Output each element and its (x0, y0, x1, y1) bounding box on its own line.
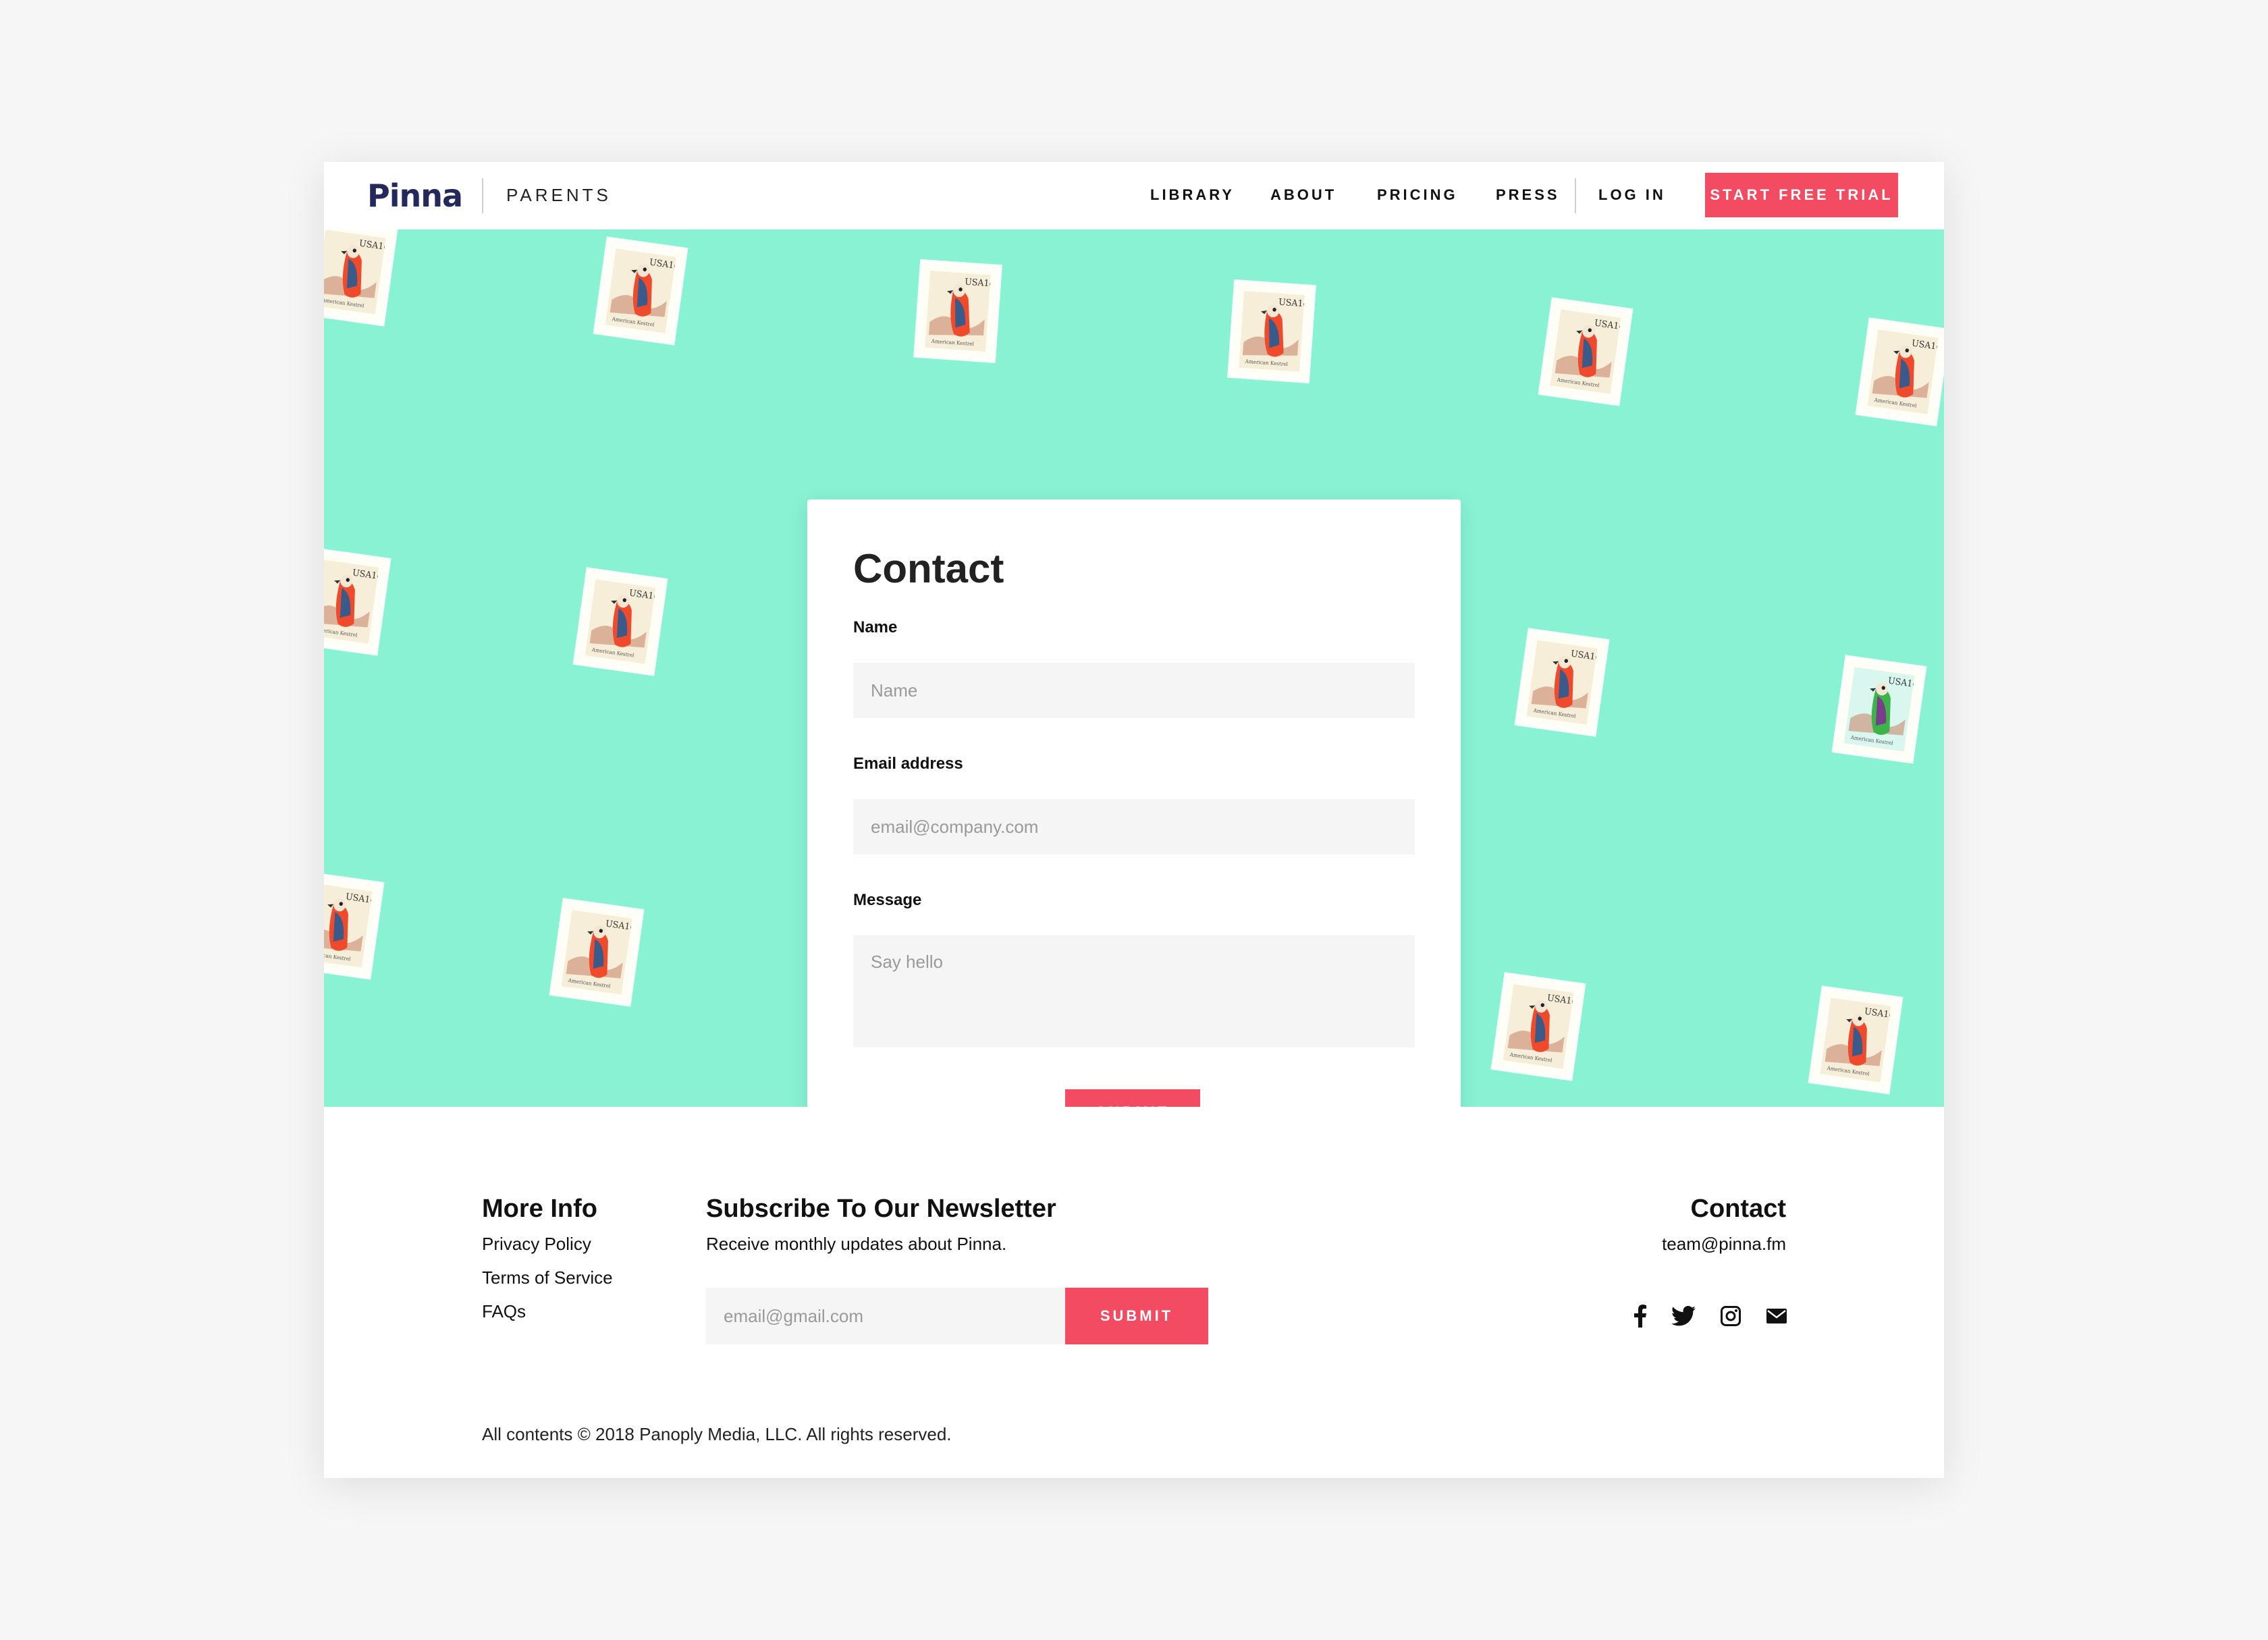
newsletter-heading: Subscribe To Our Newsletter (706, 1195, 1056, 1223)
facebook-icon[interactable] (1627, 1303, 1654, 1330)
privacy-policy-link[interactable]: Privacy Policy (482, 1234, 591, 1255)
kestrel-stamp-decoration: USA1¢ American Kestrel (550, 899, 643, 1006)
more-info-heading: More Info (482, 1195, 597, 1223)
kestrel-stamp-decoration: USA1¢ American Kestrel (594, 238, 687, 344)
svg-text:USA1¢: USA1¢ (965, 277, 991, 289)
nav-library[interactable]: LIBRARY (1150, 186, 1235, 204)
start-free-trial-button[interactable]: START FREE TRIAL (1705, 173, 1898, 217)
faqs-link[interactable]: FAQs (482, 1301, 526, 1322)
nav-pricing[interactable]: PRICING (1377, 186, 1458, 204)
kestrel-stamp-decoration: USA1¢ American Kestrel (324, 229, 397, 325)
site-footer: More Info Privacy Policy Terms of Servic… (324, 1107, 1944, 1478)
kestrel-stamp-decoration: USA1¢ American Kestrel (574, 568, 667, 675)
hero-background: USA1¢ American Kestrel USA1¢ American Ke… (324, 229, 1944, 1107)
terms-of-service-link[interactable]: Terms of Service (482, 1267, 613, 1288)
kestrel-stamp-decoration: USA1¢ American Kestrel (324, 872, 383, 979)
kestrel-stamp-decoration: USA1¢ American Kestrel (324, 548, 390, 655)
kestrel-stamp-decoration: USA1¢ American Kestrel (1492, 973, 1585, 1080)
newsletter-submit-button[interactable]: SUBMIT (1065, 1288, 1208, 1344)
email-label: Email address (853, 755, 963, 773)
mail-icon[interactable] (1763, 1303, 1790, 1330)
kestrel-stamp-decoration: USA1¢ American Kestrel (1228, 281, 1315, 382)
kestrel-stamp-decoration: USA1¢ American Kestrel (1809, 987, 1902, 1093)
contact-email-link[interactable]: team@pinna.fm (1662, 1234, 1786, 1255)
message-textarea[interactable] (853, 935, 1415, 1047)
twitter-icon[interactable] (1670, 1303, 1697, 1330)
section-name: PARENTS (506, 185, 612, 205)
site-header: Pinna PARENTS LIBRARY ABOUT PRICING PRES… (324, 162, 1944, 229)
pinna-logo[interactable]: Pinna (367, 177, 463, 214)
kestrel-stamp-decoration: USA1¢ American Kestrel (1515, 629, 1609, 736)
name-input[interactable] (853, 663, 1415, 718)
page: Pinna PARENTS LIBRARY ABOUT PRICING PRES… (324, 162, 1944, 1478)
logo-divider (482, 178, 483, 213)
instagram-icon[interactable] (1717, 1303, 1744, 1330)
nav-divider (1575, 178, 1576, 213)
nav-about[interactable]: ABOUT (1270, 186, 1336, 204)
name-label: Name (853, 618, 898, 636)
footer-contact-heading: Contact (1690, 1195, 1786, 1223)
kestrel-stamp-decoration: USA1¢ American Kestrel (1539, 298, 1632, 405)
nav-log-in[interactable]: LOG IN (1598, 186, 1666, 204)
contact-card: Contact Name Email address Message SUBMI… (807, 499, 1461, 1107)
kestrel-stamp-decoration: USA1¢ American Kestrel (1856, 319, 1944, 425)
newsletter-subtext: Receive monthly updates about Pinna. (706, 1234, 1007, 1254)
contact-title: Contact (853, 546, 1004, 591)
message-label: Message (853, 891, 922, 909)
contact-submit-button[interactable]: SUBMIT (1065, 1089, 1200, 1107)
newsletter-email-input[interactable] (706, 1288, 1065, 1344)
kestrel-stamp-decoration: USA1¢ American Kestrel (1833, 656, 1926, 763)
email-input[interactable] (853, 799, 1415, 854)
copyright-text: All contents © 2018 Panoply Media, LLC. … (482, 1424, 952, 1444)
svg-text:USA1¢: USA1¢ (1278, 297, 1305, 309)
nav-press[interactable]: PRESS (1496, 186, 1560, 204)
kestrel-stamp-decoration: USA1¢ American Kestrel (915, 261, 1001, 362)
